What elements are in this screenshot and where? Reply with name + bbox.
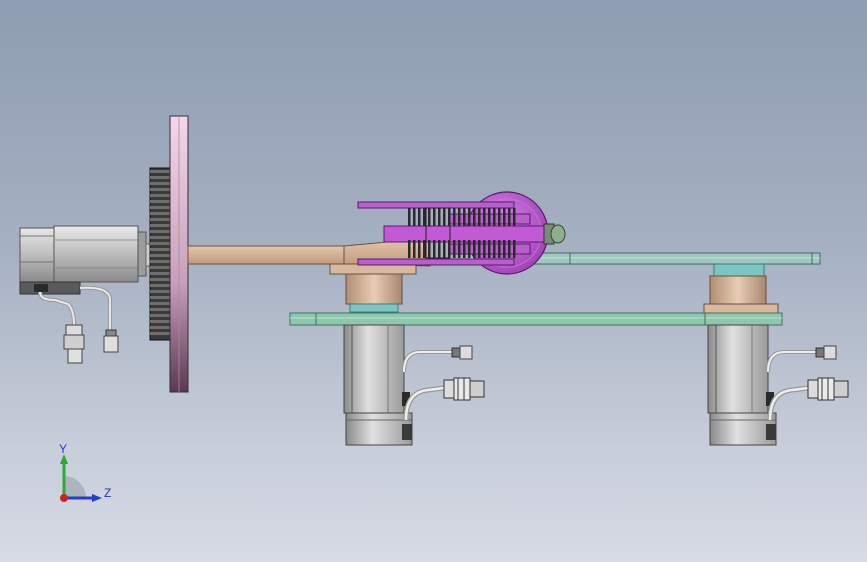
gear-tooth [150, 296, 170, 299]
gripper-tooth [468, 240, 471, 258]
gripper-tooth [473, 208, 476, 226]
gripper-tooth [428, 208, 431, 226]
gripper-tooth [413, 208, 416, 226]
right-vertical-motor[interactable] [707, 324, 777, 446]
gear-tooth [150, 302, 170, 305]
gripper-tooth [483, 240, 486, 258]
left-motor-cable-1 [38, 291, 85, 364]
gear-tooth [150, 278, 170, 281]
gear-tooth [150, 230, 170, 233]
gripper-head[interactable] [357, 191, 566, 275]
gear-tooth [150, 242, 170, 245]
gear-tooth [150, 260, 170, 263]
gear-tooth [150, 170, 170, 173]
gripper-tooth [503, 208, 506, 226]
gripper-tooth [483, 208, 486, 226]
gripper-tooth [508, 208, 511, 226]
gripper-tooth [428, 240, 431, 258]
gear-tooth [150, 284, 170, 287]
gripper-tooth [458, 240, 461, 258]
gripper-tooth [433, 208, 436, 226]
gear-tooth [150, 188, 170, 191]
gear-tooth [150, 290, 170, 293]
gripper-tooth [453, 240, 456, 258]
gripper-tooth [508, 240, 511, 258]
gear-tooth [150, 206, 170, 209]
gripper-tooth [448, 240, 451, 258]
z-axis-label: Z [104, 486, 112, 500]
cad-viewport[interactable]: Y Z [0, 0, 867, 562]
gripper-tooth [453, 208, 456, 226]
gripper-tooth [423, 208, 426, 226]
gripper-tooth [408, 208, 411, 226]
gripper-tooth [448, 208, 451, 226]
base-plate[interactable] [289, 312, 783, 326]
gear-tooth [150, 272, 170, 275]
left-vertical-motor[interactable] [343, 324, 413, 446]
gripper-tooth [413, 240, 416, 258]
gripper-tooth [488, 240, 491, 258]
gear-tooth [150, 200, 170, 203]
gear-tooth [150, 266, 170, 269]
gripper-tooth [463, 208, 466, 226]
gripper-tooth [443, 208, 446, 226]
gripper-tooth [498, 208, 501, 226]
drive-gear[interactable] [149, 167, 171, 341]
gear-tooth [150, 224, 170, 227]
gripper-tooth [478, 240, 481, 258]
gear-tooth [150, 314, 170, 317]
gripper-tooth [418, 240, 421, 258]
gear-tooth [150, 218, 170, 221]
right-bearing-block[interactable] [703, 263, 779, 315]
gripper-tooth [498, 240, 501, 258]
gripper-tooth [418, 208, 421, 226]
left-motor-cable-2 [79, 285, 119, 353]
left-bearing-block[interactable] [329, 263, 417, 313]
gear-tooth [150, 176, 170, 179]
gear-tooth [150, 182, 170, 185]
gripper-tooth [408, 240, 411, 258]
gripper-tooth [488, 208, 491, 226]
left-servo-motor[interactable] [19, 225, 153, 295]
gripper-tooth [458, 208, 461, 226]
gripper-tooth [443, 240, 446, 258]
gear-tooth [150, 236, 170, 239]
gripper-tooth [438, 208, 441, 226]
gripper-tooth [433, 240, 436, 258]
y-axis-label: Y [59, 442, 68, 456]
right-vertical-motor-cables [766, 345, 849, 421]
gripper-tooth [493, 208, 496, 226]
gear-tooth [150, 248, 170, 251]
gripper-tooth [473, 240, 476, 258]
gripper-tooth [463, 240, 466, 258]
gear-tooth [150, 212, 170, 215]
x-axis-dot [60, 494, 68, 502]
rotary-disk[interactable] [169, 115, 189, 393]
gripper-tooth [478, 208, 481, 226]
gripper-tooth [438, 240, 441, 258]
gear-tooth [150, 320, 170, 323]
gear-tooth [150, 254, 170, 257]
gripper-tooth [493, 240, 496, 258]
gear-tooth [150, 326, 170, 329]
gripper-tooth [513, 240, 516, 258]
gripper-tooth [423, 240, 426, 258]
gripper-tooth [513, 208, 516, 226]
gear-tooth [150, 308, 170, 311]
orientation-triad: Y Z [52, 440, 122, 510]
gear-tooth [150, 194, 170, 197]
gripper-tooth [468, 208, 471, 226]
left-vertical-motor-cables [402, 345, 485, 421]
gear-tooth [150, 332, 170, 335]
gripper-tooth [503, 240, 506, 258]
assembly-scene[interactable] [0, 0, 867, 562]
